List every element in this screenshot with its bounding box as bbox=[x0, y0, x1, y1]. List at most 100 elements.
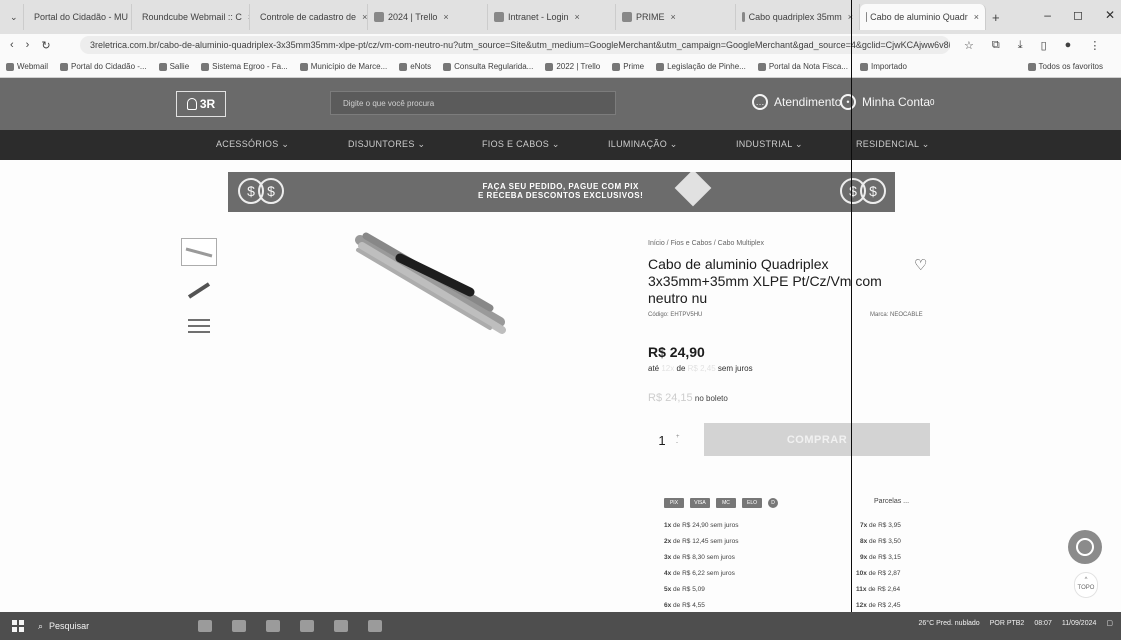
tab-controle-cadastro[interactable]: Controle de cadastro de × bbox=[250, 4, 368, 30]
address-bar-row: ‹ › ↻ 3reletrica.com.br/cabo-de-aluminio… bbox=[0, 34, 1121, 56]
nav-residencial[interactable]: RESIDENCIAL ⌄ bbox=[856, 139, 930, 150]
excel-icon[interactable] bbox=[334, 620, 348, 632]
cable-diagram-thumbnail-icon bbox=[188, 319, 210, 333]
close-window-button[interactable]: ✕ bbox=[1105, 8, 1115, 22]
chrome-icon[interactable] bbox=[232, 620, 246, 632]
nav-disjuntores[interactable]: DISJUNTORES ⌄ bbox=[348, 139, 425, 150]
account-link[interactable]: • Minha Conta bbox=[840, 94, 930, 110]
bookmark-icon bbox=[545, 62, 554, 71]
product-thumbnail[interactable] bbox=[181, 312, 217, 340]
nav-industrial[interactable]: INDUSTRIAL ⌄ bbox=[736, 139, 803, 150]
quantity-arrows: + - bbox=[676, 434, 680, 446]
diners-card-icon: D bbox=[768, 498, 778, 508]
decrement-icon[interactable]: - bbox=[676, 440, 680, 446]
reload-button[interactable]: ↻ bbox=[41, 39, 50, 52]
nav-iluminacao[interactable]: ILUMINAÇÃO ⌄ bbox=[608, 139, 678, 150]
bookmark-trello[interactable]: 2022 | Trello bbox=[545, 62, 600, 71]
quantity-value[interactable]: 1 bbox=[648, 433, 676, 448]
clock-date[interactable]: 11/09/2024 bbox=[1062, 620, 1097, 627]
product-code: Código: EHTPV5HU bbox=[648, 312, 703, 318]
nav-fios-cabos[interactable]: FIOS E CABOS ⌄ bbox=[482, 139, 560, 150]
bookmark-nota-fiscal[interactable]: Portal da Nota Fisca... bbox=[757, 62, 848, 71]
chat-icon: … bbox=[752, 94, 768, 110]
bookmark-sallie[interactable]: Sallie bbox=[158, 62, 189, 71]
folder-icon bbox=[859, 62, 868, 71]
bookmark-folder-todos[interactable]: Todos os favoritos bbox=[1027, 62, 1103, 71]
url-field[interactable]: 3reletrica.com.br/cabo-de-aluminio-quadr… bbox=[80, 36, 950, 54]
tab-cabo-quadriplex[interactable]: Cabo quadriplex 35mm× bbox=[736, 4, 860, 30]
taskbar-search[interactable]: ⌕ Pesquisar bbox=[38, 621, 158, 632]
profile-icon[interactable]: ● bbox=[1065, 39, 1072, 52]
language-indicator[interactable]: POR PTB2 bbox=[990, 620, 1025, 627]
tab-close-icon[interactable]: × bbox=[671, 12, 676, 22]
cable-thumbnail-icon bbox=[187, 282, 211, 299]
taskbar-apps bbox=[198, 620, 382, 632]
back-button[interactable]: ‹ bbox=[10, 39, 14, 52]
tab-close-icon[interactable]: × bbox=[443, 12, 448, 22]
breadcrumb[interactable]: Início / Fios e Cabos / Cabo Multiplex bbox=[648, 240, 764, 247]
installment-row: 10x de R$ 2,87 bbox=[856, 570, 901, 577]
bookmark-sistema-egroo[interactable]: Sistema Egroo - Fa... bbox=[201, 62, 288, 71]
sidebar-icon[interactable]: ▯ bbox=[1041, 39, 1047, 52]
tab-roundcube[interactable]: Roundcube Webmail :: C× bbox=[132, 4, 250, 30]
tab-close-icon[interactable]: × bbox=[362, 12, 367, 22]
bookmark-icon bbox=[201, 62, 210, 71]
nav-acessorios[interactable]: ACESSÓRIOS ⌄ bbox=[216, 139, 289, 150]
new-tab-button[interactable]: + bbox=[986, 4, 1006, 30]
back-to-top-button[interactable]: ^ TOPO bbox=[1074, 572, 1098, 598]
tab-intranet[interactable]: Intranet - Login × bbox=[488, 4, 616, 30]
notification-icon[interactable]: ▢ bbox=[1106, 619, 1113, 627]
bookmark-portal-cidadao[interactable]: Portal do Cidadão -... bbox=[59, 62, 147, 71]
bookmark-prime[interactable]: Prime bbox=[612, 62, 644, 71]
bookmark-folder-importado[interactable]: Importado bbox=[859, 62, 907, 71]
service-link[interactable]: … Atendimento bbox=[752, 94, 841, 110]
product-thumbnail[interactable] bbox=[181, 276, 217, 304]
bookmark-consulta[interactable]: Consulta Regularida... bbox=[443, 62, 533, 71]
category-nav: ACESSÓRIOS ⌄ DISJUNTORES ⌄ FIOS E CABOS … bbox=[0, 130, 1121, 160]
product-title: Cabo de aluminio Quadriplex 3x35mm+35mm … bbox=[648, 256, 882, 306]
windows-start-icon[interactable] bbox=[12, 620, 24, 632]
buy-button[interactable]: COMPRAR bbox=[704, 423, 930, 456]
tab-close-icon[interactable]: × bbox=[974, 12, 979, 22]
file-explorer-icon[interactable] bbox=[266, 620, 280, 632]
product-brand[interactable]: Marca: NEOCABLE bbox=[870, 312, 923, 318]
tab-list-button[interactable]: ⌄ bbox=[4, 4, 24, 30]
installment-row: 6x de R$ 4,55 bbox=[664, 602, 705, 609]
bookmark-enots[interactable]: eNots bbox=[399, 62, 431, 71]
bookmark-webmail[interactable]: Webmail bbox=[6, 62, 48, 71]
installment-value: R$ 2,45 bbox=[687, 364, 716, 373]
site-search-input[interactable]: Digite o que você procura bbox=[330, 91, 616, 115]
forward-button[interactable]: › bbox=[26, 39, 30, 52]
word-icon[interactable] bbox=[368, 620, 382, 632]
bookmark-municipio[interactable]: Município de Marce... bbox=[299, 62, 387, 71]
whatsapp-button[interactable] bbox=[1068, 530, 1102, 564]
download-icon[interactable]: ⤓ bbox=[1018, 39, 1023, 52]
task-view-icon[interactable] bbox=[198, 620, 212, 632]
bookmark-legislacao[interactable]: Legislação de Pinhe... bbox=[656, 62, 746, 71]
parcelas-select[interactable]: Parcelas ... bbox=[874, 498, 909, 505]
tab-trello[interactable]: 2024 | Trello × bbox=[368, 4, 488, 30]
weather-widget[interactable]: 26°C Pred. nublado bbox=[919, 620, 980, 627]
pix-promo-banner[interactable]: $ $ FAÇA SEU PEDIDO, PAGUE COM PIX E REC… bbox=[228, 172, 895, 212]
visa-card-icon: VISA bbox=[690, 498, 710, 508]
product-main-image[interactable] bbox=[340, 230, 520, 340]
extensions-icon[interactable]: ⧉ bbox=[992, 39, 1000, 52]
coin-icon: $ bbox=[258, 178, 284, 204]
maximize-button[interactable]: ◻ bbox=[1073, 8, 1083, 22]
scan-line-artifact bbox=[851, 0, 852, 640]
tab-portal-cidadao[interactable]: Portal do Cidadão - MU× bbox=[24, 4, 132, 30]
cart-count-badge[interactable]: 0 bbox=[930, 98, 934, 107]
installment-row: 12x de R$ 2,45 bbox=[856, 602, 901, 609]
tab-cabo-aluminio[interactable]: Cabo de aluminio Quadr × bbox=[860, 4, 986, 30]
clock-time[interactable]: 08:07 bbox=[1034, 620, 1052, 627]
favorite-heart-icon[interactable]: ♡ bbox=[914, 256, 927, 274]
tab-prime[interactable]: PRIME × bbox=[616, 4, 736, 30]
bookmark-star-icon[interactable]: ☆ bbox=[964, 39, 974, 52]
minimize-button[interactable]: – bbox=[1044, 8, 1051, 22]
menu-icon[interactable]: ⋮ bbox=[1089, 39, 1100, 52]
edge-icon[interactable] bbox=[300, 620, 314, 632]
product-thumbnail[interactable] bbox=[181, 238, 217, 266]
quantity-stepper[interactable]: 1 + - bbox=[648, 424, 696, 456]
site-logo[interactable]: 3R bbox=[176, 91, 226, 117]
tab-close-icon[interactable]: × bbox=[575, 12, 580, 22]
